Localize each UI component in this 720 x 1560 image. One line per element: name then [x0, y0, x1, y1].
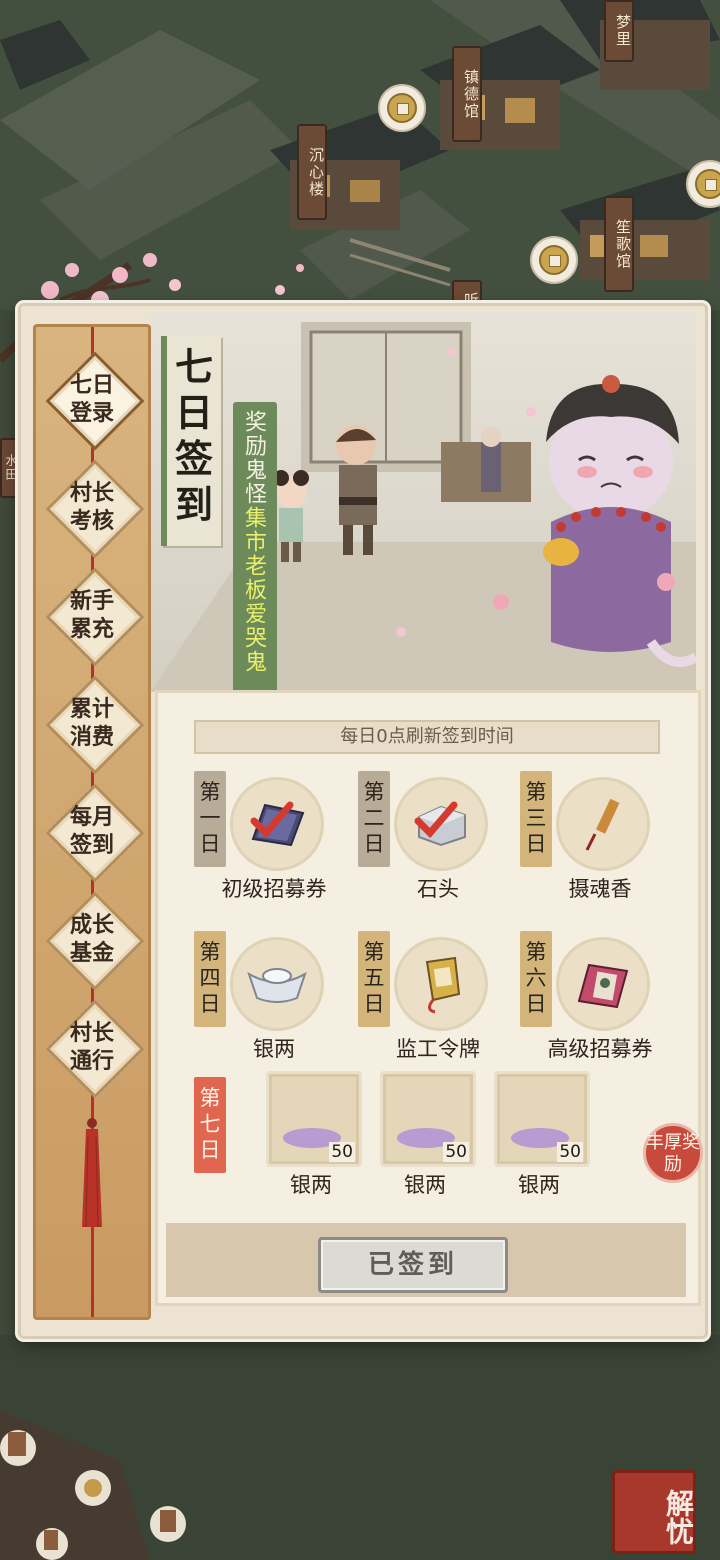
coin-icon — [695, 169, 720, 199]
day-tag: 第三日 — [520, 771, 552, 867]
reward-slot[interactable]: 50 — [494, 1071, 590, 1167]
reward-item-name: 初级招募券 — [221, 877, 327, 901]
tab-monthly-signin[interactable]: 每月 签到 — [45, 783, 145, 883]
reward-item-name: 银两 — [518, 1173, 560, 1197]
event-banner: 七日签到 奖励鬼怪集市老板爱哭鬼 — [151, 312, 696, 692]
token-icon — [425, 956, 461, 1014]
jieyou-button[interactable]: 解忧 — [612, 1470, 696, 1554]
day-tag: 第二日 — [358, 771, 390, 867]
activity-sidebar: 七日 登录 村长 考核 新手 累充 累计 消费 每月 签到 成长 基金 村长 通… — [33, 324, 151, 1320]
map-sign-chenxin-tower[interactable]: 沉心楼 — [297, 124, 327, 220]
day-tag: 第四日 — [194, 931, 226, 1027]
daily-rewards-board: 每日0点刷新签到时间 第一日 初级招募券 第二日 石头 第三日 摄魂香 第四日 … — [155, 690, 703, 1306]
day-reward-cell[interactable]: 第二日 石头 — [358, 771, 518, 921]
day-reward-cell[interactable]: 第六日 高级招募券 — [520, 931, 680, 1081]
reward-item-name: 高级招募券 — [547, 1037, 653, 1061]
tab-cumulative-spending[interactable]: 累计 消费 — [45, 675, 145, 775]
tab-growth-fund[interactable]: 成长 基金 — [45, 891, 145, 991]
reward-item-name: 银两 — [253, 1037, 295, 1061]
coin-icon — [387, 93, 417, 123]
day7-reward-row[interactable]: 第七日 50 银两 50 银两 50 银两 丰厚奖励 — [180, 1071, 703, 1211]
map-sign-mengli[interactable]: 梦里 — [604, 0, 634, 62]
map-sign-zhende-hall[interactable]: 镇德馆 — [452, 46, 482, 142]
tab-village-chief-assessment[interactable]: 村长 考核 — [45, 459, 145, 559]
tab-label: 七日 登录 — [69, 372, 114, 426]
seven-day-signin-panel: 七日 登录 村长 考核 新手 累充 累计 消费 每月 签到 成长 基金 村长 通… — [18, 303, 708, 1339]
reward-item-name: 银两 — [290, 1173, 332, 1197]
day-tag: 第六日 — [520, 931, 552, 1027]
reward-count: 50 — [557, 1142, 583, 1162]
tab-seven-day-login[interactable]: 七日 登录 — [45, 351, 145, 451]
reward-item-name: 摄魂香 — [568, 877, 632, 901]
reward-item-name: 银两 — [404, 1173, 446, 1197]
map-sign-shengge-hall[interactable]: 笙歌馆 — [604, 196, 634, 292]
tab-newbie-recharge[interactable]: 新手 累充 — [45, 567, 145, 667]
coin-icon — [539, 245, 569, 275]
day-reward-cell[interactable]: 第三日 摄魂香 — [520, 771, 680, 921]
reward-ghost-name: 集市老板爱哭鬼 — [241, 506, 266, 674]
tab-label: 村长 通行 — [69, 1020, 114, 1074]
red-tassel-decoration — [82, 1118, 102, 1228]
tab-village-chief-pass[interactable]: 村长 通行 — [45, 999, 145, 1099]
claimed-check-icon — [250, 801, 294, 839]
tab-label: 新手 累充 — [69, 588, 114, 642]
reward-count: 50 — [329, 1142, 355, 1162]
signed-in-button[interactable]: 已签到 — [318, 1237, 508, 1293]
refresh-notice: 每日0点刷新签到时间 — [194, 720, 660, 754]
claimed-check-icon — [414, 801, 458, 839]
event-title-scroll: 七日签到 — [161, 336, 221, 546]
event-title: 七日签到 — [174, 344, 213, 527]
day-tag: 第五日 — [358, 931, 390, 1027]
day-reward-cell[interactable]: 第一日 初级招募券 — [194, 771, 354, 921]
day-tag: 第一日 — [194, 771, 226, 867]
tab-label: 累计 消费 — [69, 696, 114, 750]
tab-label: 村长 考核 — [69, 480, 114, 534]
tab-label: 成长 基金 — [69, 912, 114, 966]
day-tag: 第七日 — [194, 1077, 226, 1173]
signin-footer: 已签到 — [166, 1223, 686, 1297]
day-reward-cell[interactable]: 第五日 监工令牌 — [358, 931, 518, 1081]
reward-ghost-scroll: 奖励鬼怪集市老板爱哭鬼 — [233, 402, 277, 692]
reward-item-name: 监工令牌 — [396, 1037, 480, 1061]
premium-ticket-icon — [577, 963, 629, 1009]
reward-slot[interactable]: 50 — [266, 1071, 362, 1167]
reward-ghost-prefix: 奖励鬼怪 — [241, 410, 266, 506]
silver-ingot-icon — [247, 968, 307, 1003]
tab-label: 每月 签到 — [69, 804, 114, 858]
incense-icon — [585, 798, 620, 851]
reward-item-name: 石头 — [417, 877, 459, 901]
day-reward-cell[interactable]: 第四日 银两 — [194, 931, 354, 1081]
rich-reward-badge: 丰厚奖励 — [643, 1123, 703, 1183]
reward-count: 50 — [443, 1142, 469, 1162]
reward-slot[interactable]: 50 — [380, 1071, 476, 1167]
coin-collect-bubble[interactable] — [530, 236, 578, 284]
coin-collect-bubble[interactable] — [378, 84, 426, 132]
